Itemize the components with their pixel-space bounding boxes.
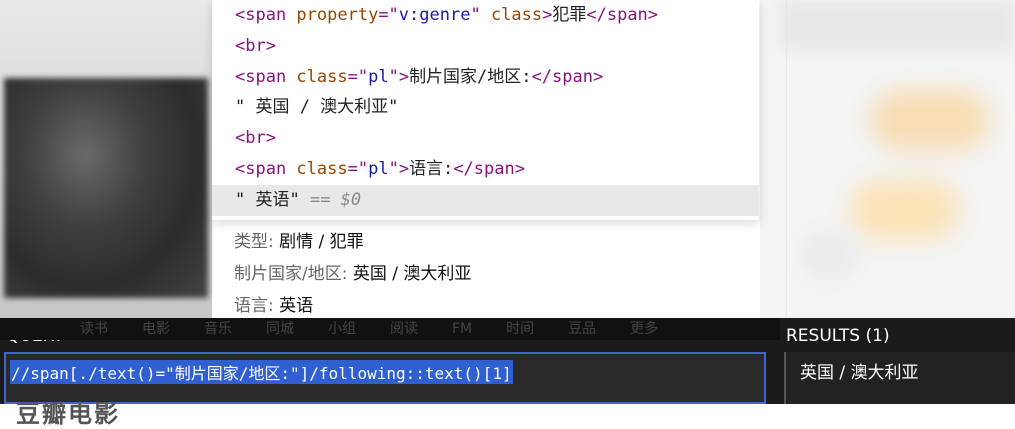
code-token: =" [347, 66, 369, 87]
genre-value[interactable]: 剧情 / 犯罪 [279, 232, 364, 252]
code-token: > [542, 5, 553, 25]
site-nav-items: 读书 电影 音乐 同城 小组 阅读 FM 时间 豆品 更多 [80, 318, 658, 340]
code-token: <span [235, 5, 297, 25]
code-token: <br> [235, 35, 276, 56]
code-line[interactable]: <span class="pl">语言:</span> [212, 154, 759, 185]
code-token: </span> [531, 66, 604, 87]
code-token: <span [235, 158, 297, 179]
blur-shape [780, 0, 1015, 50]
code-token: =" [378, 5, 399, 25]
movie-poster [4, 78, 208, 298]
code-line[interactable]: <br> [212, 31, 759, 62]
vertical-divider [786, 0, 787, 318]
language-label: 语言: [234, 296, 274, 316]
nav-item[interactable]: 小组 [328, 318, 356, 340]
nav-item[interactable]: 豆品 [568, 318, 596, 340]
results-text: 英国 / 澳大利亚 [800, 363, 919, 383]
dom-inspector-popup: <span property="v:genre" class>犯罪</span>… [212, 0, 759, 220]
code-token: </span> [453, 158, 525, 179]
nav-item[interactable]: 电影 [142, 318, 170, 340]
country-value: 英国 / 澳大利亚 [352, 264, 472, 284]
nav-item[interactable]: 阅读 [390, 318, 418, 340]
code-line[interactable]: <span property="v:genre" class>犯罪</span> [212, 0, 759, 31]
background-right-blurred [760, 0, 1015, 318]
results-label: RESULTS (1) [786, 326, 890, 346]
code-line[interactable]: <br> [212, 123, 759, 154]
genre-label: 类型: [234, 232, 274, 252]
language-value: 英语 [279, 296, 314, 316]
nav-item[interactable]: 时间 [506, 318, 534, 340]
code-token: 语言: [409, 158, 454, 179]
country-label: 制片国家/地区: [234, 264, 348, 284]
code-token: <br> [235, 128, 276, 149]
results-box[interactable]: 英国 / 澳大利亚 [784, 352, 1015, 404]
xpath-results-panel: RESULTS (1) 英国 / 澳大利亚 [780, 318, 1015, 404]
nav-item[interactable]: FM [452, 318, 472, 340]
code-token: == $0 [309, 189, 362, 210]
code-line[interactable]: <span class="pl">制片国家/地区:</span> [212, 62, 759, 93]
code-line[interactable]: " 英国 / 澳大利亚" [212, 92, 759, 123]
code-token: property [296, 5, 379, 25]
nav-item[interactable]: 读书 [80, 318, 108, 340]
nav-item[interactable]: 更多 [630, 318, 658, 340]
code-token: <span [235, 66, 297, 87]
code-token: v:genre [398, 5, 471, 25]
background-left-blurred [0, 0, 212, 318]
code-token: "> [388, 66, 410, 87]
code-token: " [470, 5, 491, 25]
code-token: pl [368, 66, 389, 87]
country-row: 制片国家/地区: 英国 / 澳大利亚 [234, 260, 471, 292]
query-text[interactable]: //span[./text()="制片国家/地区:"]/following::t… [10, 360, 513, 384]
ghost-logo-text: 豆瓣电影 [16, 400, 120, 428]
query-input[interactable]: //span[./text()="制片国家/地区:"]/following::t… [4, 352, 766, 428]
code-token: " 英语" [235, 189, 310, 210]
code-token: class [296, 66, 348, 87]
code-token: 制片国家/地区: [409, 66, 532, 87]
nav-item[interactable]: 音乐 [204, 318, 232, 340]
blur-shape [850, 180, 960, 240]
blur-shape [870, 90, 990, 150]
code-token: class [296, 158, 348, 179]
code-token: class [490, 5, 543, 25]
blur-shape [800, 230, 860, 280]
code-token: </span> [586, 5, 659, 25]
code-token: "> [388, 158, 410, 179]
movie-info: 类型: 剧情 / 犯罪 制片国家/地区: 英国 / 澳大利亚 语言: 英语 [234, 228, 471, 324]
code-token: " 英国 / 澳大利亚" [235, 97, 399, 118]
nav-item[interactable]: 同城 [266, 318, 294, 340]
code-token: 犯罪 [552, 5, 587, 25]
code-token: pl [368, 158, 389, 179]
code-token: =" [347, 158, 369, 179]
genre-row: 类型: 剧情 / 犯罪 [234, 228, 471, 260]
code-line[interactable]: " 英语" == $0 [212, 184, 759, 216]
